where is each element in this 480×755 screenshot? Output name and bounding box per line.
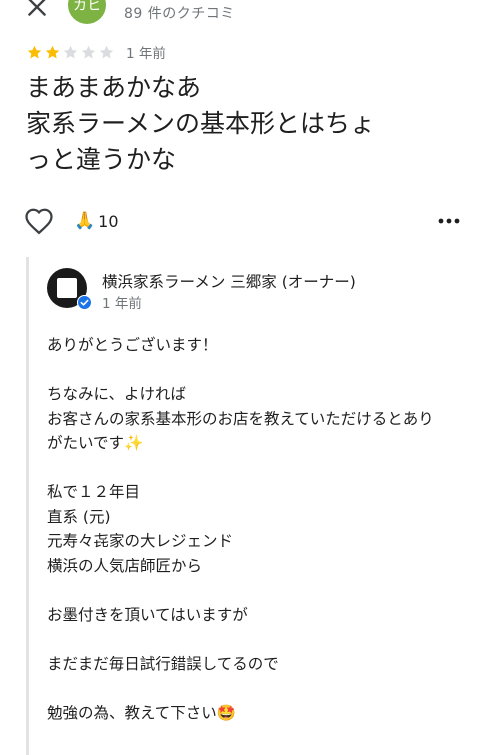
- review-text: まあまあかなあ 家系ラーメンの基本形とはちょ っと違うかな: [26, 70, 466, 178]
- review-line: まあまあかなあ: [26, 73, 202, 102]
- reply-line: お客さんの家系基本形のお店を教えていただけるとあり: [47, 409, 434, 428]
- rating-row: 1 年前: [26, 42, 166, 62]
- reply-line: ちなみに、よければ: [47, 385, 187, 403]
- star-empty-icon: [81, 45, 96, 58]
- reply-line: 私で１２年目: [47, 483, 141, 501]
- owner-name[interactable]: 横浜家系ラーメン 三郷家 (オーナー): [102, 270, 356, 292]
- reply-line: がたいです✨: [47, 434, 144, 452]
- owner-reply-time: 1 年前: [102, 296, 142, 312]
- close-icon[interactable]: [24, 0, 50, 20]
- reply-line: 元寿々㐂家の大レジェンド: [47, 532, 234, 550]
- reply-line: [47, 627, 467, 652]
- reply-line: お墨付きを頂いてはいますが: [47, 605, 248, 624]
- reviewer-review-count: 89 件のクチコミ: [124, 6, 235, 22]
- reply-line: 横浜の人気店師匠から: [47, 556, 203, 575]
- reviewer-header: カヒ 89 件のクチコミ: [0, 0, 480, 26]
- star-filled-icon: [45, 45, 60, 58]
- reply-line: [47, 456, 467, 481]
- reply-line: [47, 676, 467, 701]
- star-empty-icon: [63, 45, 78, 58]
- review-actions: 🙏 10: [24, 203, 460, 239]
- star-filled-icon: [27, 45, 42, 58]
- star-empty-icon: [99, 45, 114, 58]
- reply-line: まだまだ毎日試行錯誤してるので: [47, 654, 279, 673]
- owner-logo: [57, 278, 77, 298]
- reply-line: 直系 (元): [47, 507, 111, 526]
- reviewer-avatar-initials: カヒ: [73, 0, 101, 14]
- more-options-icon[interactable]: [438, 216, 460, 226]
- reply-line: [47, 578, 467, 603]
- reply-line: ありがとうございます！: [47, 336, 218, 354]
- review-line: っと違うかな: [26, 145, 177, 174]
- reviewer-avatar[interactable]: カヒ: [68, 0, 106, 24]
- verified-badge-icon: [77, 295, 92, 310]
- reply-divider: [26, 257, 29, 755]
- heart-icon[interactable]: [24, 207, 54, 235]
- reply-line: [47, 358, 467, 383]
- reply-line: 勉強の為、教えて下さい🤩: [47, 703, 237, 722]
- folded-hands-emoji: 🙏: [74, 211, 96, 231]
- review-time: 1 年前: [126, 46, 166, 62]
- star-rating: [26, 44, 116, 61]
- owner-reply-text: ありがとうございます！ ちなみに、よければお客さんの家系基本形のお店を教えていただ…: [47, 333, 467, 725]
- review-line: 家系ラーメンの基本形とはちょ: [26, 109, 376, 138]
- reaction-count: 10: [98, 211, 119, 231]
- reaction-badge[interactable]: 🙏 10: [74, 211, 119, 231]
